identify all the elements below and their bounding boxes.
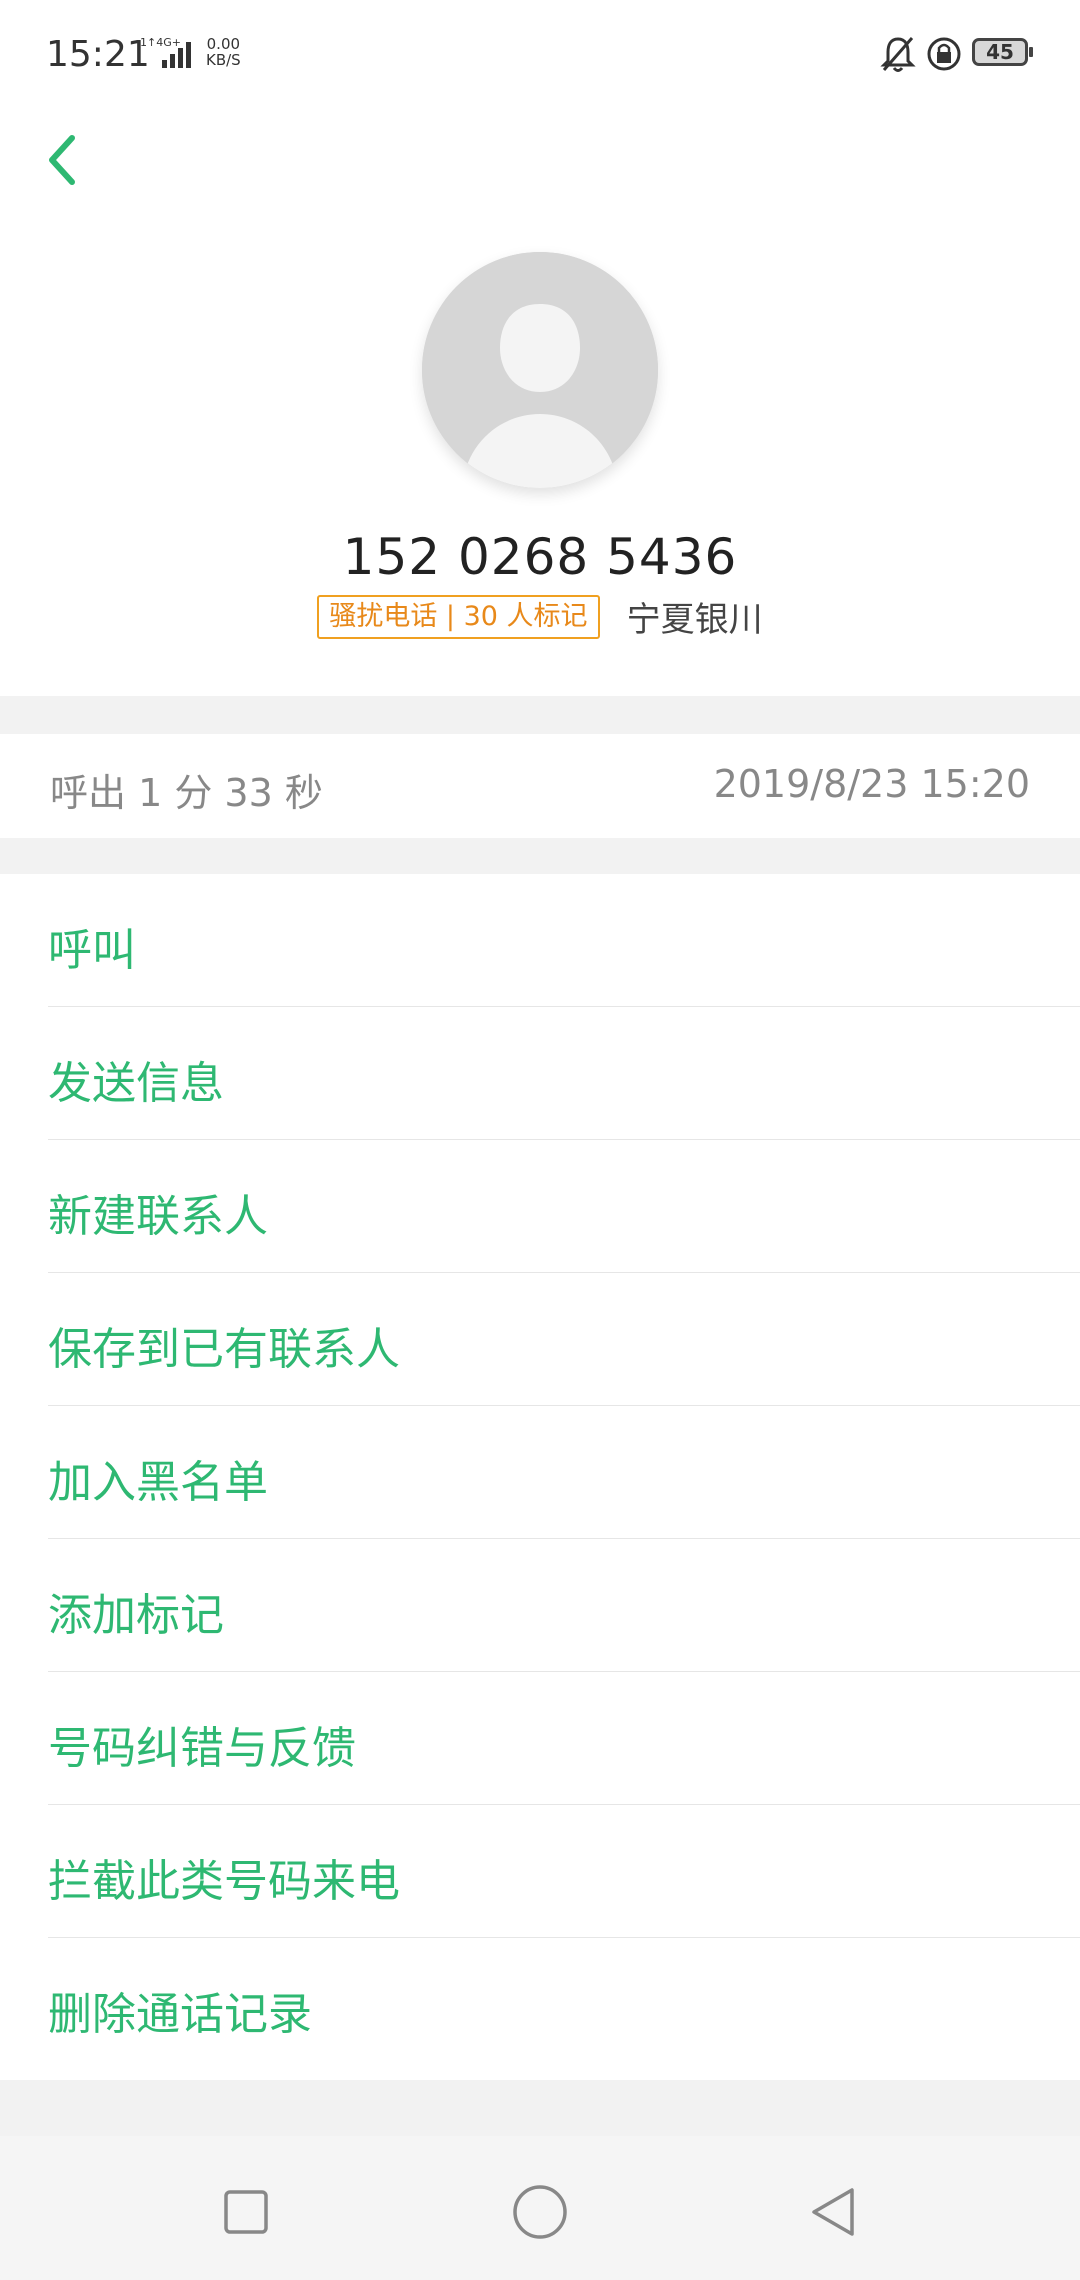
delete-call-log-button[interactable]: 删除通话记录 — [48, 1938, 1080, 2071]
save-to-existing-contact-button[interactable]: 保存到已有联系人 — [48, 1273, 1080, 1406]
call-datetime: 2019/8/23 15:20 — [713, 762, 1030, 806]
action-label: 拦截此类号码来电 — [48, 1856, 400, 1907]
action-label: 呼叫 — [48, 925, 136, 976]
action-label: 号码纠错与反馈 — [48, 1723, 356, 1774]
send-message-button[interactable]: 发送信息 — [48, 1007, 1080, 1140]
action-list: 呼叫 发送信息 新建联系人 保存到已有联系人 加入黑名单 添加标记 号码纠错与反… — [0, 874, 1080, 2080]
signal-icon: 1↑4G+ — [140, 36, 191, 68]
bell-off-icon — [880, 37, 916, 72]
add-to-blacklist-button[interactable]: 加入黑名单 — [48, 1406, 1080, 1539]
block-similar-calls-button[interactable]: 拦截此类号码来电 — [48, 1805, 1080, 1938]
add-mark-button[interactable]: 添加标记 — [48, 1539, 1080, 1672]
location-label: 宁夏银川 — [626, 600, 763, 640]
battery-tip — [1029, 47, 1033, 57]
avatar — [422, 252, 658, 488]
number-feedback-button[interactable]: 号码纠错与反馈 — [48, 1672, 1080, 1805]
phone-number: 152 0268 5436 — [342, 528, 738, 586]
system-nav-bar — [0, 2136, 1080, 2280]
action-label: 删除通话记录 — [48, 1989, 312, 2040]
call-record-row: 呼出 1 分 33 秒 2019/8/23 15:20 — [0, 734, 1080, 838]
speed-value: 0.00 — [206, 35, 241, 53]
network-speed: 0.00 KB/S — [206, 36, 241, 68]
tag-row: 骚扰电话 | 30 人标记 宁夏银川 — [0, 592, 1080, 642]
action-label: 发送信息 — [48, 1058, 224, 1109]
contact-header: 152 0268 5436 骚扰电话 | 30 人标记 宁夏银川 — [0, 110, 1080, 696]
action-label: 保存到已有联系人 — [48, 1324, 400, 1375]
chevron-left-icon[interactable] — [40, 120, 90, 200]
rotation-lock-icon — [927, 37, 961, 71]
battery-icon: 45 — [972, 38, 1028, 66]
status-time: 15:21 — [46, 34, 150, 75]
new-contact-button[interactable]: 新建联系人 — [48, 1140, 1080, 1273]
circle-icon[interactable] — [510, 2182, 570, 2242]
action-label: 新建联系人 — [48, 1191, 268, 1242]
status-bar: 15:21 1↑4G+ 0.00 KB/S 45 — [0, 0, 1080, 110]
spam-tag-badge: 骚扰电话 | 30 人标记 — [317, 594, 600, 639]
call-button[interactable]: 呼叫 — [48, 874, 1080, 1007]
action-label: 添加标记 — [48, 1590, 224, 1641]
person-placeholder-icon — [422, 252, 658, 488]
call-type-duration: 呼出 1 分 33 秒 — [50, 771, 323, 815]
square-icon[interactable] — [216, 2182, 276, 2242]
action-label: 加入黑名单 — [48, 1457, 268, 1508]
speed-unit: KB/S — [206, 51, 241, 69]
svg-text:1↑4G+: 1↑4G+ — [140, 36, 181, 49]
triangle-back-icon[interactable] — [804, 2182, 864, 2242]
